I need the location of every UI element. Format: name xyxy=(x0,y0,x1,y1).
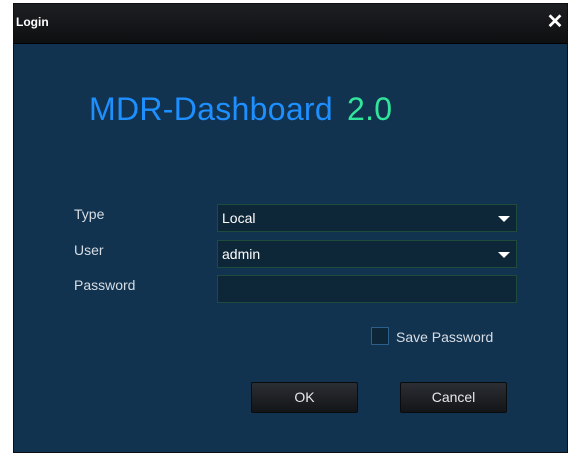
close-icon[interactable]: ✕ xyxy=(546,12,564,32)
cancel-button[interactable]: Cancel xyxy=(400,382,507,413)
app-name: MDR-Dashboard xyxy=(89,91,333,127)
login-dialog: Login ✕ MDR-Dashboard 2.0 Type Local User… xyxy=(13,3,568,453)
save-password-label[interactable]: Save Password xyxy=(396,329,493,345)
user-label: User xyxy=(74,242,104,258)
ok-button[interactable]: OK xyxy=(251,382,358,413)
user-select-value: admin xyxy=(222,246,261,262)
type-select-value: Local xyxy=(222,210,256,226)
window-title: Login xyxy=(16,15,49,29)
type-select[interactable]: Local xyxy=(217,204,517,232)
password-label: Password xyxy=(74,277,136,293)
save-password-checkbox[interactable] xyxy=(371,327,389,345)
app-version: 2.0 xyxy=(346,91,393,127)
password-field[interactable] xyxy=(217,275,517,303)
chevron-down-icon[interactable] xyxy=(490,241,516,267)
type-label: Type xyxy=(74,206,105,222)
title-bar[interactable]: Login ✕ xyxy=(14,4,567,44)
user-select[interactable]: admin xyxy=(217,240,517,268)
app-title: MDR-Dashboard 2.0 xyxy=(89,91,392,128)
chevron-down-icon[interactable] xyxy=(490,205,516,231)
